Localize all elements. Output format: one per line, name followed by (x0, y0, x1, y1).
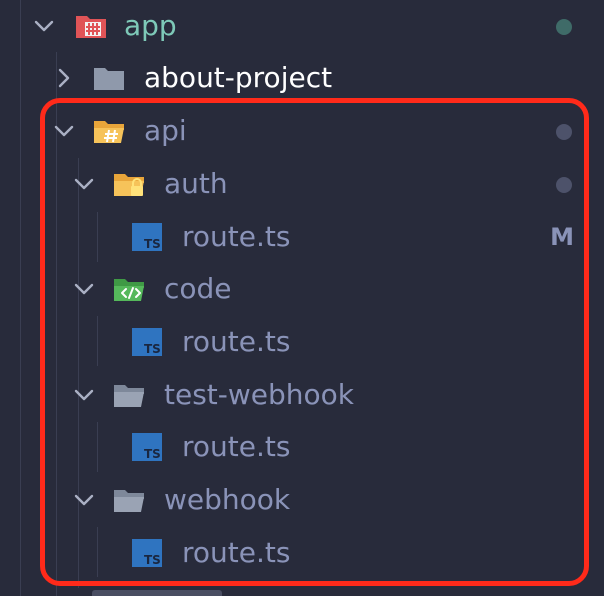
tree-item-label: auth (164, 167, 228, 200)
chevron-down-icon[interactable] (72, 172, 96, 196)
tree-item-app-folder[interactable]: app (0, 0, 604, 52)
chevron-right-icon[interactable] (52, 66, 76, 90)
tree-item-label: app (124, 9, 177, 42)
next-row-partial (92, 590, 222, 596)
svg-text:TS: TS (144, 342, 161, 356)
chevron-down-icon[interactable] (32, 14, 56, 38)
git-status-modified: M (550, 223, 574, 251)
svg-text:TS: TS (144, 553, 161, 567)
chevron-down-icon[interactable] (72, 383, 96, 407)
tree-item-label: about-project (144, 61, 333, 94)
tree-item-about-project-folder[interactable]: about-project (0, 52, 604, 104)
status-dot (556, 19, 572, 35)
auth-folder-lock-icon (114, 174, 144, 196)
tree-item-label: route.ts (182, 325, 291, 358)
tree-item-test-webhook-folder[interactable]: test-webhook (0, 369, 604, 421)
code-folder-icon (114, 279, 144, 301)
tree-item-webhook-folder[interactable]: webhook (0, 474, 604, 526)
tree-item-label: route.ts (182, 430, 291, 463)
typescript-file-icon: TS (132, 328, 162, 356)
svg-text:TS: TS (144, 447, 161, 461)
chevron-down-icon[interactable] (52, 119, 76, 143)
tree-item-code-folder[interactable]: code (0, 263, 604, 315)
tree-item-route-ts-file[interactable]: TS route.ts (0, 316, 604, 368)
tree-item-api-folder[interactable]: api (0, 105, 604, 157)
folder-open-icon (114, 385, 144, 407)
tree-item-auth-folder[interactable]: auth (0, 158, 604, 210)
tree-item-label: test-webhook (164, 378, 354, 411)
tree-item-label: api (144, 114, 187, 147)
typescript-file-icon: TS (132, 223, 162, 251)
tree-item-label: code (164, 272, 232, 305)
folder-icon (94, 68, 124, 90)
svg-text:TS: TS (144, 237, 161, 251)
tree-item-label: webhook (164, 483, 291, 516)
app-folder-icon (76, 16, 106, 38)
status-dot (556, 124, 572, 140)
file-explorer-tree: app about-project api auth TS route.ts M… (0, 0, 604, 596)
tree-item-label: route.ts (182, 536, 291, 569)
tree-item-route-ts-file[interactable]: TS route.ts (0, 527, 604, 579)
chevron-down-icon[interactable] (72, 277, 96, 301)
folder-open-icon (114, 490, 144, 512)
tree-item-route-ts-file[interactable]: TS route.ts M (0, 211, 604, 263)
typescript-file-icon: TS (132, 433, 162, 461)
typescript-file-icon: TS (132, 539, 162, 567)
api-folder-icon (94, 121, 124, 143)
tree-item-route-ts-file[interactable]: TS route.ts (0, 421, 604, 473)
status-dot (556, 177, 572, 193)
chevron-down-icon[interactable] (72, 488, 96, 512)
tree-item-label: route.ts (182, 220, 291, 253)
